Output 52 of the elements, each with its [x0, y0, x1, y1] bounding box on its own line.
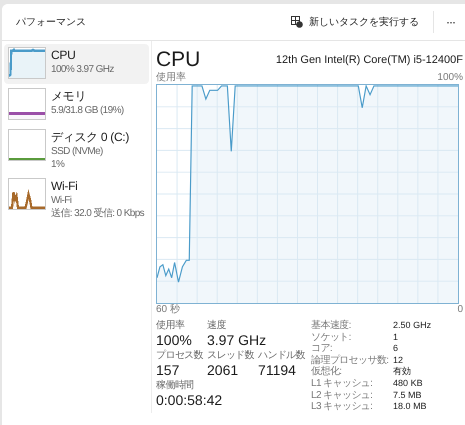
- device-detail: SSD (NVMe): [51, 145, 104, 158]
- stat-value: 0:00:58:42: [156, 392, 222, 409]
- stat-label: 速度: [207, 319, 227, 332]
- sidebar-item[interactable]: CPU 100% 3.97 GHz: [4, 44, 149, 84]
- device-name: CPU: [51, 47, 76, 63]
- spec-label: 論理プロセッサ数:: [311, 354, 390, 366]
- axis-label: 100%: [437, 72, 463, 84]
- stat-label: 稼働時間: [156, 379, 195, 392]
- spec-label: コア:: [311, 343, 334, 354]
- axis-label: 使用率: [156, 72, 186, 84]
- axis-label: 60 秒: [156, 304, 180, 316]
- page-title: パフォーマンス: [16, 16, 87, 29]
- stat-label: ハンドル数: [258, 349, 306, 362]
- sidebar-item[interactable]: メモリ 5.9/31.8 GB (19%): [4, 85, 149, 125]
- stat-value: 3.97 GHz: [207, 332, 266, 349]
- stat-label: 使用率: [156, 319, 186, 332]
- device-detail: 100% 3.97 GHz: [51, 63, 114, 76]
- spec-value: 7.5 MB: [393, 390, 423, 402]
- stat-value: 100%: [156, 332, 193, 349]
- stat-value: 2061: [207, 362, 240, 379]
- device-detail: 1%: [51, 158, 66, 171]
- stat-label: スレッド数: [207, 349, 254, 362]
- stat-label: プロセス数: [156, 349, 204, 362]
- spec-value: 2.50 GHz: [393, 320, 432, 332]
- more-button[interactable]: ···: [442, 13, 459, 31]
- spec-value: 6: [393, 343, 400, 355]
- stat-value: 71194: [258, 362, 297, 379]
- device-name: メモリ: [51, 88, 88, 104]
- device-name: ディスク 0 (C:): [51, 129, 130, 145]
- spec-value: 12: [393, 354, 404, 366]
- run-task-button[interactable]: 新しいタスクを実行する: [285, 11, 425, 33]
- spec-label: 基本速度:: [311, 320, 352, 332]
- spec-value: 有効: [393, 366, 412, 378]
- spec-value: 18.0 MB: [393, 401, 428, 413]
- spec-label: L3 キャッシュ:: [311, 401, 374, 413]
- device-detail: 送信: 32.0 受信: 0 Kbps: [51, 207, 144, 220]
- axis-label: 0: [457, 304, 463, 316]
- spec-value: 480 KB: [393, 378, 424, 390]
- spec-label: L2 キャッシュ:: [311, 390, 374, 402]
- processor-name: 12th Gen Intel(R) Core(TM) i5-12400F: [276, 54, 463, 66]
- spec-label: ソケット:: [311, 332, 352, 344]
- spec-value: 1: [393, 332, 400, 344]
- device-detail: 5.9/31.8 GB (19%): [51, 104, 124, 117]
- sidebar-item[interactable]: ディスク 0 (C:) SSD (NVMe) 1%: [4, 126, 149, 174]
- spec-label: L1 キャッシュ:: [311, 378, 374, 390]
- device-name: Wi-Fi: [51, 178, 78, 194]
- spec-label: 仮想化:: [311, 366, 342, 378]
- stat-value: 157: [156, 362, 180, 379]
- section-title: CPU: [156, 48, 200, 72]
- new-task-icon: [291, 16, 303, 28]
- device-detail: Wi-Fi: [51, 194, 72, 207]
- sidebar-item[interactable]: Wi-Fi Wi-Fi 送信: 32.0 受信: 0 Kbps: [4, 175, 149, 223]
